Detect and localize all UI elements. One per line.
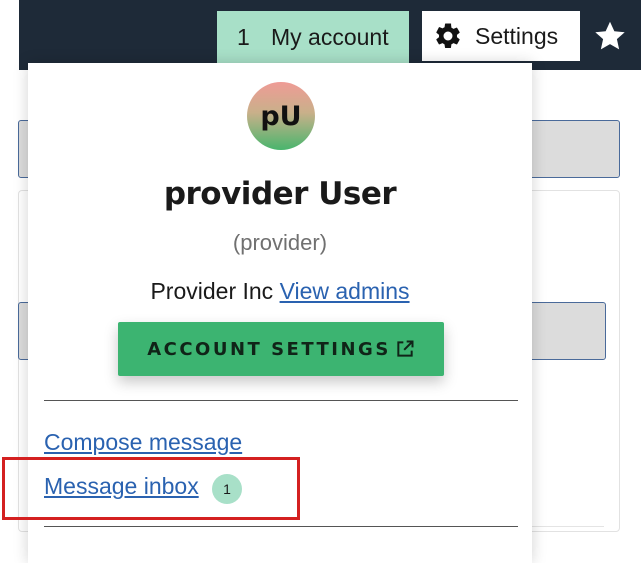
account-notification-count: 1 [237, 23, 250, 50]
account-settings-label: ACCOUNT SETTINGS [147, 338, 391, 360]
organization-line: Provider Inc View admins [28, 278, 532, 305]
account-settings-button[interactable]: ACCOUNT SETTINGS [118, 322, 444, 376]
organization-name: Provider Inc [150, 278, 274, 304]
gear-icon [436, 23, 460, 48]
menu-divider [44, 526, 518, 527]
settings-button[interactable]: Settings [422, 11, 580, 61]
settings-label: Settings [475, 22, 559, 49]
compose-message-link[interactable]: Compose message [44, 429, 242, 456]
highlight-box [2, 457, 300, 520]
my-account-tab[interactable]: 1 My account [217, 11, 409, 63]
avatar: pU [247, 82, 315, 150]
my-account-label: My account [271, 23, 389, 50]
user-role: (provider) [232, 230, 328, 255]
star-icon[interactable] [592, 18, 628, 54]
user-name: provider User [163, 176, 397, 212]
view-admins-link[interactable]: View admins [280, 278, 410, 304]
external-link-icon [397, 340, 414, 357]
menu-divider [44, 400, 518, 401]
background-divider [532, 526, 604, 527]
